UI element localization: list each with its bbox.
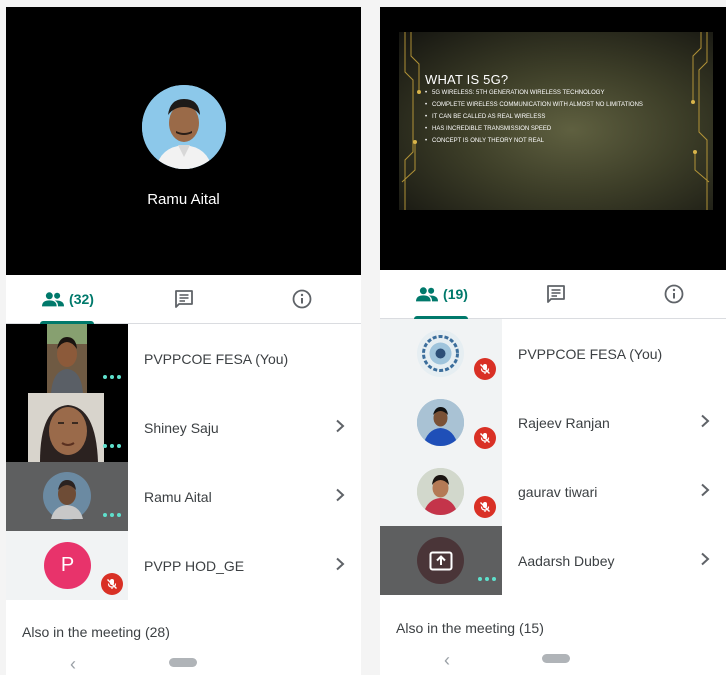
tab-people[interactable]: (19)	[412, 270, 472, 319]
back-icon[interactable]: ‹	[444, 650, 450, 671]
speaking-indicator	[103, 375, 121, 379]
participant-avatar	[417, 330, 464, 377]
right-meeting-screen: WHAT IS 5G? 5G WIRELESS: 5TH GENERATION …	[380, 7, 726, 675]
participant-row[interactable]: gaurav tiwari	[380, 457, 726, 526]
system-nav-bar: ‹	[380, 643, 726, 673]
participant-row[interactable]: PVPPCOE FESA (You)	[380, 319, 726, 388]
tab-info[interactable]	[656, 270, 692, 318]
slide-title: WHAT IS 5G?	[425, 72, 509, 87]
speaking-indicator	[103, 444, 121, 448]
participant-video-tile	[6, 393, 128, 462]
participant-avatar-tile	[6, 462, 128, 531]
tab-chat[interactable]	[538, 270, 574, 318]
chat-icon	[547, 285, 565, 303]
participant-name: Rajeev Ranjan	[518, 414, 610, 431]
meeting-details-tabs: (19)	[380, 270, 726, 319]
participant-name: PVPP HOD_GE	[144, 557, 245, 574]
participant-name: Aadarsh Dubey	[518, 552, 615, 569]
back-icon[interactable]: ‹	[70, 654, 76, 675]
speaking-indicator	[103, 513, 121, 517]
speaker-name: Ramu Aital	[147, 191, 220, 208]
participant-avatar	[417, 399, 464, 446]
participant-list: PVPPCOE FESA (You) Shiney Saju Ramu Aita…	[6, 324, 361, 600]
participant-row[interactable]: Shiney Saju	[6, 393, 361, 462]
participant-avatar-tile: P	[6, 531, 128, 600]
participant-name: Shiney Saju	[144, 419, 219, 436]
speaking-indicator	[478, 577, 496, 581]
tab-info[interactable]	[284, 275, 320, 323]
participant-name: Ramu Aital	[144, 488, 212, 505]
participant-row[interactable]: Ramu Aital	[6, 462, 361, 531]
slide-bullet: COMPLETE WIRELESS COMMUNICATION WITH ALM…	[425, 102, 695, 109]
slide-bullets: 5G WIRELESS: 5TH GENERATION WIRELESS TEC…	[425, 90, 695, 150]
participant-row[interactable]: P PVPP HOD_GE	[6, 531, 361, 600]
people-icon	[42, 292, 65, 307]
mic-off-icon	[474, 427, 496, 449]
chevron-right-icon[interactable]	[333, 488, 347, 502]
also-in-meeting-header: Also in the meeting (15)	[396, 620, 544, 636]
tab-chat[interactable]	[166, 275, 202, 323]
slide-bullet: 5G WIRELESS: 5TH GENERATION WIRELESS TEC…	[425, 90, 695, 97]
people-count: (19)	[443, 286, 468, 302]
participant-video	[28, 393, 104, 462]
participant-avatar-tile	[380, 388, 502, 457]
presentation-slide: WHAT IS 5G? 5G WIRELESS: 5TH GENERATION …	[399, 32, 713, 210]
mic-off-icon	[474, 358, 496, 380]
chat-icon	[175, 290, 193, 308]
people-count: (32)	[69, 291, 94, 307]
also-in-meeting-header: Also in the meeting (28)	[22, 624, 170, 640]
participant-name: PVPPCOE FESA (You)	[518, 345, 663, 362]
active-speaker-stage: Ramu Aital	[6, 7, 361, 275]
meeting-details-tabs: (32)	[6, 275, 361, 324]
participant-video-tile	[6, 324, 128, 393]
chevron-right-icon[interactable]	[333, 557, 347, 571]
participant-avatar-tile	[380, 457, 502, 526]
chevron-right-icon[interactable]	[698, 552, 712, 566]
slide-bullet: IT CAN BE CALLED AS REAL WIRELESS	[425, 114, 695, 121]
participant-presenting-tile	[380, 526, 502, 595]
avatar-initial: P	[60, 554, 75, 576]
home-pill[interactable]	[542, 654, 570, 663]
speaker-avatar	[142, 85, 226, 169]
home-pill[interactable]	[169, 658, 197, 667]
tab-people[interactable]: (32)	[38, 275, 98, 324]
participant-row[interactable]: PVPPCOE FESA (You)	[6, 324, 361, 393]
participant-avatar-tile	[380, 319, 502, 388]
participant-avatar	[43, 472, 91, 520]
participant-row[interactable]: Aadarsh Dubey	[380, 526, 726, 595]
people-icon	[416, 287, 439, 302]
slide-bullet: CONCEPT IS ONLY THEORY NOT REAL	[425, 138, 695, 145]
mic-off-icon	[474, 496, 496, 518]
participant-name: PVPPCOE FESA (You)	[144, 350, 289, 367]
present-screen-icon	[417, 537, 464, 584]
participant-avatar	[417, 468, 464, 515]
participant-initial-avatar: P	[44, 542, 91, 589]
participant-row[interactable]: Rajeev Ranjan	[380, 388, 726, 457]
left-meeting-screen: Ramu Aital (32) PVPPCOE FESA (You) Shine…	[6, 7, 361, 675]
system-nav-bar: ‹	[6, 647, 361, 675]
info-icon	[292, 289, 312, 309]
presentation-stage: WHAT IS 5G? 5G WIRELESS: 5TH GENERATION …	[380, 7, 726, 270]
participant-name: gaurav tiwari	[518, 483, 598, 500]
slide-bullet: HAS INCREDIBLE TRANSMISSION SPEED	[425, 126, 695, 133]
mic-off-icon	[101, 573, 123, 595]
info-icon	[664, 284, 684, 304]
participant-video	[47, 324, 87, 393]
chevron-right-icon[interactable]	[698, 414, 712, 428]
chevron-right-icon[interactable]	[698, 483, 712, 497]
participant-list: PVPPCOE FESA (You) Rajeev Ranjan gaurav …	[380, 319, 726, 595]
chevron-right-icon[interactable]	[333, 419, 347, 433]
